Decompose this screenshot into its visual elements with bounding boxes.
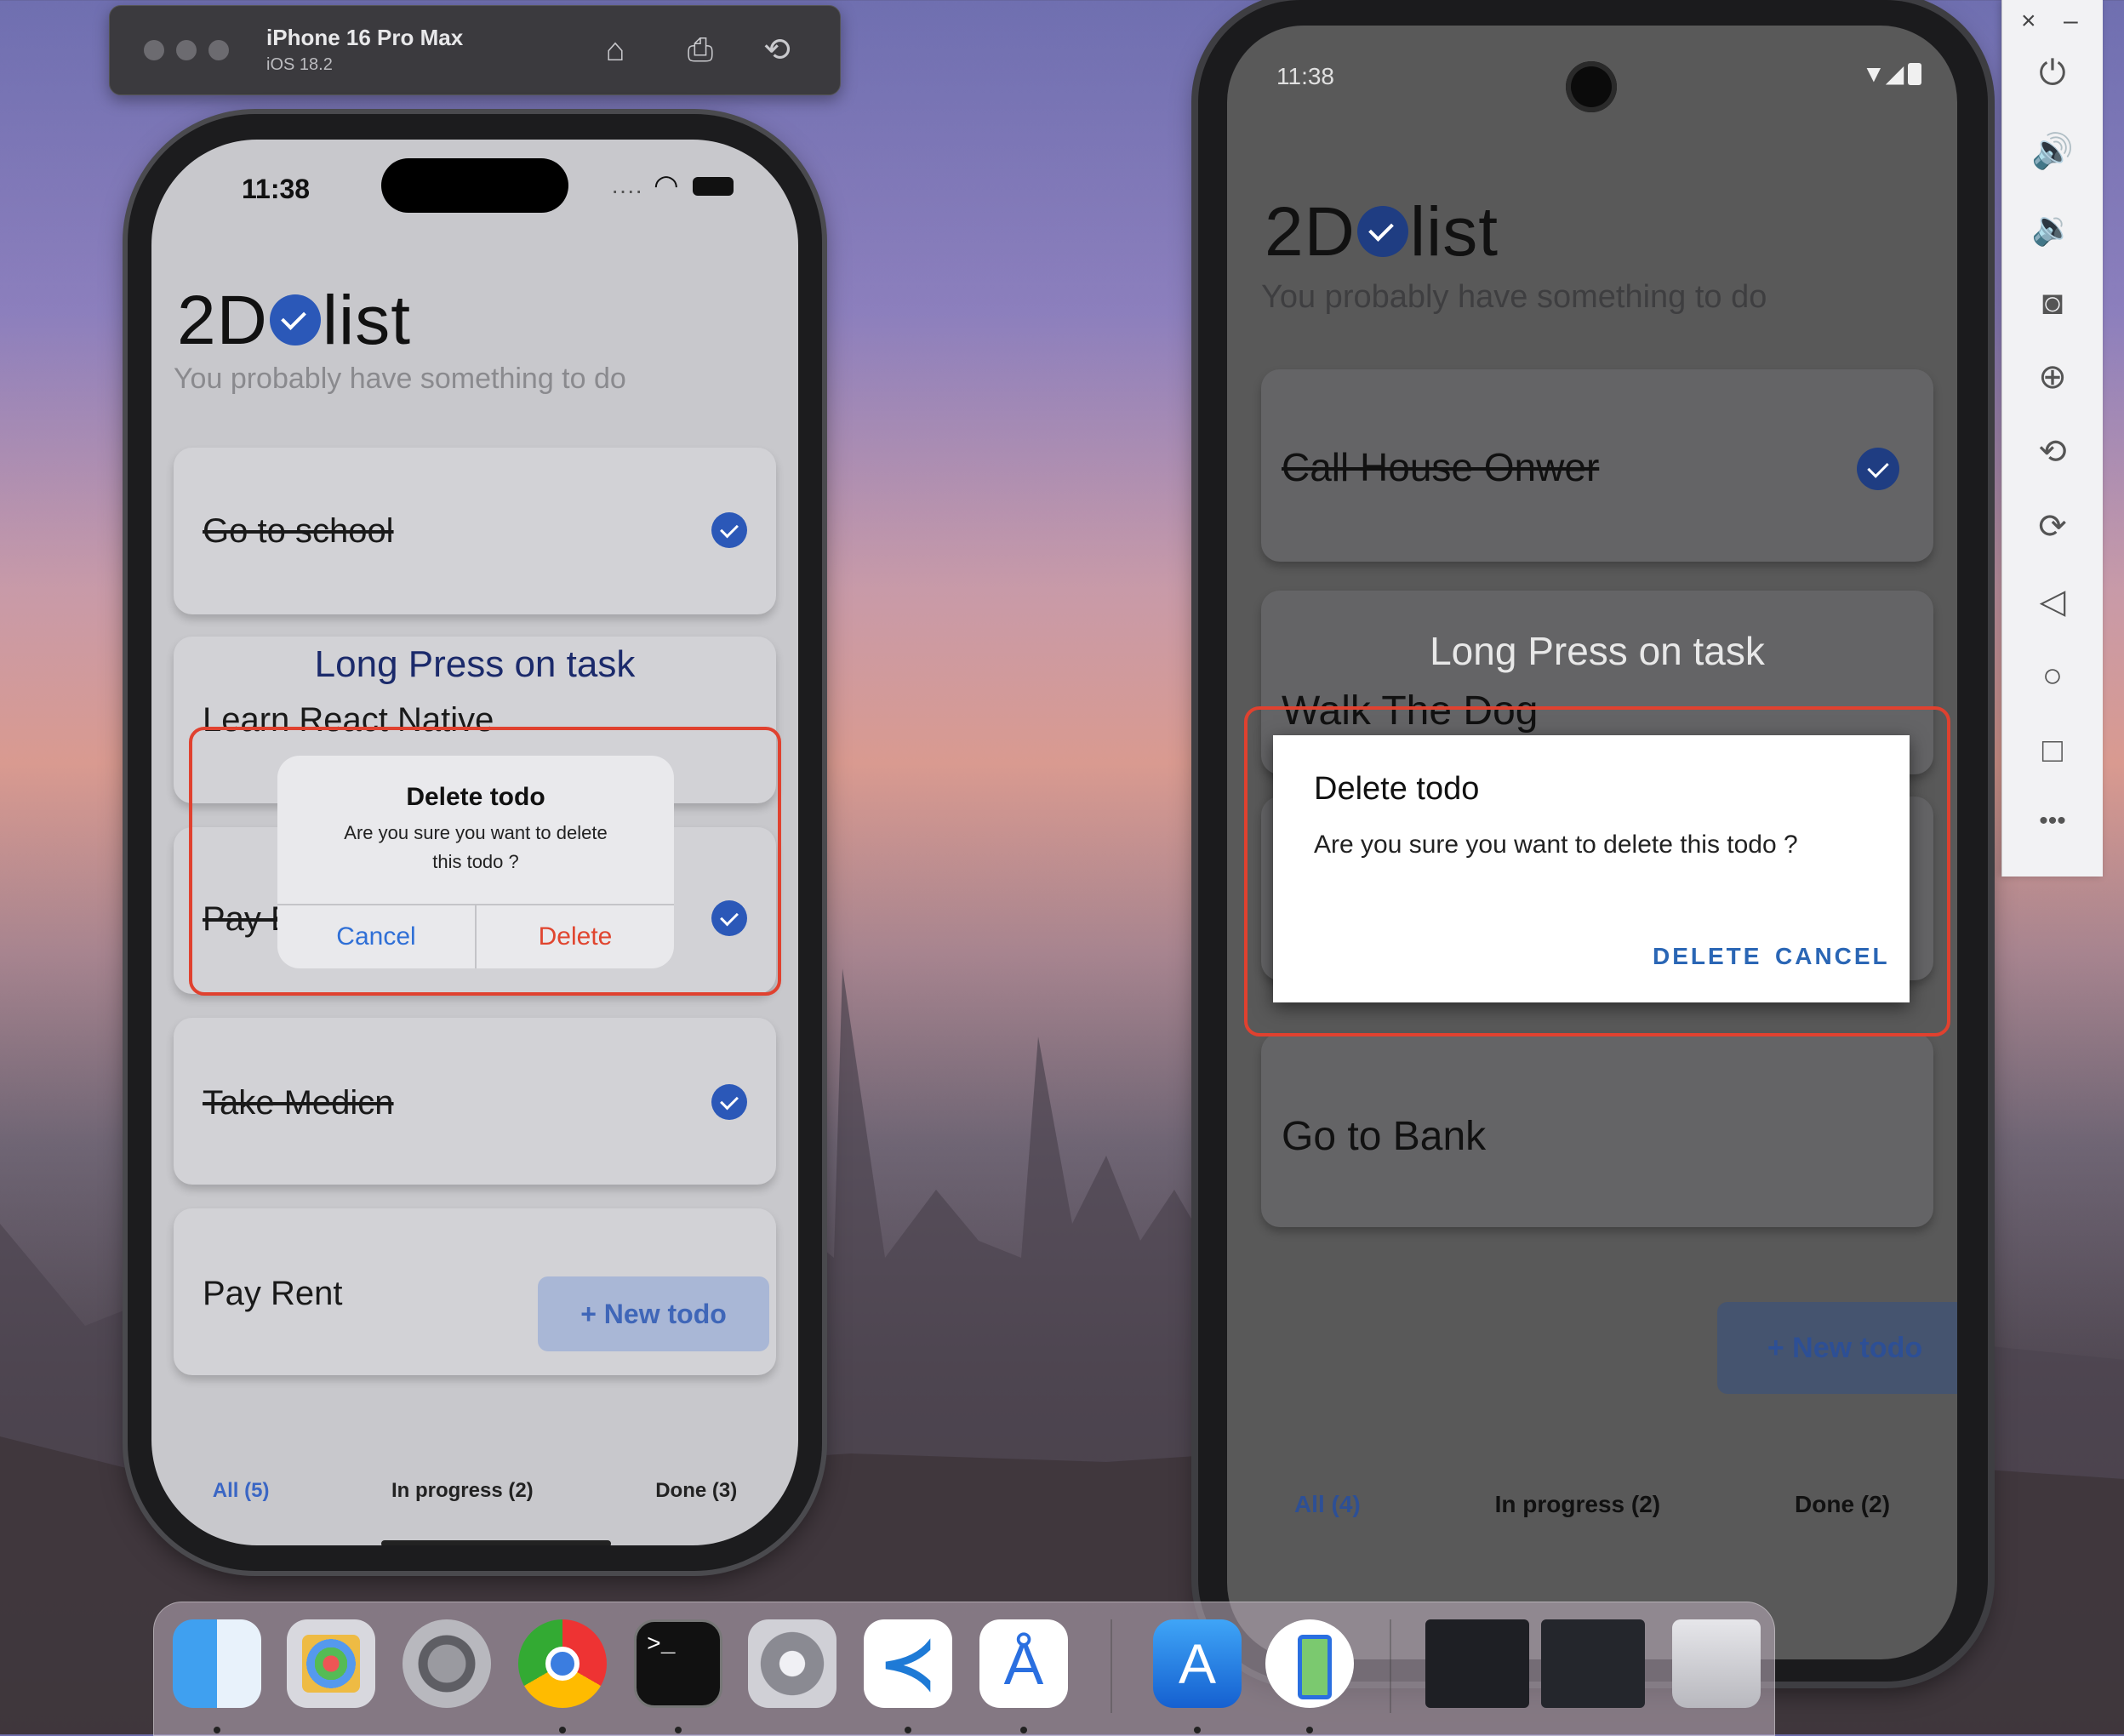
task-card[interactable]: Call House Onwer [1261,369,1933,562]
running-indicator [1020,1727,1027,1733]
task-card[interactable]: Go to school [174,448,776,614]
home-indicator [381,1540,611,1545]
alert-cancel-button[interactable]: Cancel [277,905,475,968]
app-logo: 2D list [1265,193,1499,271]
screenshot-icon[interactable]: ⎙ [680,30,721,71]
dock-separator [1390,1619,1391,1713]
android-studio-icon[interactable]: Å [979,1619,1068,1708]
long-press-hint: Long Press on task [314,643,636,685]
rotate-left-icon[interactable]: ⟲ [2002,432,2103,471]
simulator-toolbar: iPhone 16 Pro Max iOS 18.2 ⌂ ⎙ ⟲ [109,5,841,95]
new-todo-button[interactable]: + New todo [1717,1302,1957,1394]
dialog-title: Delete todo [1314,771,1480,807]
tab-in-progress[interactable]: In progress (2) [391,1479,534,1503]
task-title: Go to Bank [1282,1114,1487,1159]
android-studio-window-thumbnail[interactable] [1425,1619,1529,1708]
more-icon[interactable]: ••• [2002,807,2103,836]
running-indicator [675,1727,682,1733]
done-check-icon[interactable] [711,1084,747,1120]
dynamic-island [381,158,568,213]
running-indicator [1306,1727,1313,1733]
zoom-icon[interactable]: ⊕ [2002,357,2103,397]
wifi-icon: ◠ [654,169,679,202]
dialog-cancel-button[interactable]: CANCEL [1775,943,1890,970]
tab-all[interactable]: All (4) [1294,1491,1361,1518]
android-emulator-icon[interactable] [1265,1619,1354,1708]
launchpad-icon[interactable] [287,1619,375,1708]
tab-done[interactable]: Done (2) [1795,1491,1890,1518]
app-logo: 2D list [177,282,412,359]
power-icon[interactable]: ⏻ [2002,54,2103,93]
android-studio-window-thumbnail-2[interactable] [1541,1619,1645,1708]
finder-icon[interactable] [173,1619,261,1708]
filter-tabs: All (4) In progress (2) Done (2) [1227,1491,1957,1518]
home-icon[interactable]: ○ [2002,657,2103,695]
simulator-os-version: iOS 18.2 [266,55,333,74]
volume-up-icon[interactable]: 🔊 [2002,131,2103,171]
android-delete-dialog: Delete todo Are you sure you want to del… [1273,735,1910,1002]
minimize-window-button[interactable] [176,40,197,60]
rotate-icon[interactable]: ⟲ [757,30,797,71]
ios-delete-alert: Delete todo Are you sure you want to del… [277,756,674,968]
minimize-icon[interactable]: – [2064,7,2078,36]
alert-message-2: this todo ? [432,851,519,872]
close-window-button[interactable] [144,40,164,60]
logo-check-icon [269,294,321,346]
battery-icon [1908,63,1921,85]
dock-separator [1111,1619,1112,1713]
running-indicator [214,1727,220,1733]
done-check-icon[interactable] [711,512,747,548]
wifi-icon: ▼◢ [1862,60,1904,87]
long-press-hint: Long Press on task [1430,629,1765,673]
simulator-device-name: iPhone 16 Pro Max [266,25,464,50]
status-time: 11:38 [1276,63,1334,89]
simulator-settings-icon[interactable] [748,1619,836,1708]
alert-delete-button[interactable]: Delete [477,905,674,968]
task-card[interactable]: Take Medicn [174,1018,776,1185]
zoom-window-button[interactable] [208,40,229,60]
xcode-icon[interactable]: A [1153,1619,1242,1708]
app-subtitle: You probably have something to do [1261,279,1767,315]
close-icon[interactable]: × [2021,7,2036,36]
tab-all[interactable]: All (5) [213,1479,270,1503]
alert-message: Are you sure you want to delete [344,822,608,843]
logo-check-icon [1356,206,1408,258]
macos-dock: >_ ≺ Å A [153,1602,1775,1736]
dialog-delete-button[interactable]: DELETE [1653,943,1761,970]
task-title: Go to school [203,512,394,550]
trash-icon[interactable] [1672,1619,1761,1708]
running-indicator [905,1727,911,1733]
alert-title: Delete todo [406,783,545,811]
running-indicator [1194,1727,1201,1733]
emulator-controls-panel: × – ⏻ 🔊 🔉 ◙ ⊕ ⟲ ⟳ ◁ ○ □ ••• [2001,0,2103,877]
status-time: 11:38 [242,174,311,204]
home-icon[interactable]: ⌂ [595,30,636,71]
dialog-message: Are you sure you want to delete this tod… [1314,831,1798,859]
tab-done[interactable]: Done (3) [655,1479,737,1503]
chrome-icon[interactable] [518,1619,607,1708]
vscode-icon[interactable]: ≺ [864,1619,952,1708]
filter-tabs: All (5) In progress (2) Done (3) [151,1479,798,1503]
app-subtitle: You probably have something to do [174,363,626,395]
front-camera [1566,61,1617,112]
terminal-icon[interactable]: >_ [634,1619,722,1708]
overview-icon[interactable]: □ [2002,732,2103,770]
camera-icon[interactable]: ◙ [2002,284,2103,323]
volume-down-icon[interactable]: 🔉 [2002,208,2103,248]
done-check-icon[interactable] [1857,448,1899,490]
battery-icon [693,177,734,196]
new-todo-button[interactable]: + New todo [538,1276,769,1351]
back-icon[interactable]: ◁ [2002,582,2103,621]
task-title: Pay Rent [203,1275,343,1312]
tab-in-progress[interactable]: In progress (2) [1495,1491,1660,1518]
system-settings-icon[interactable] [403,1619,491,1708]
cellular-icon: ···· [611,177,643,203]
task-title: Take Medicn [203,1084,394,1122]
task-title: Call House Onwer [1282,445,1600,489]
running-indicator [559,1727,566,1733]
task-card[interactable]: Go to Bank [1261,1033,1933,1227]
rotate-right-icon[interactable]: ⟳ [2002,507,2103,546]
